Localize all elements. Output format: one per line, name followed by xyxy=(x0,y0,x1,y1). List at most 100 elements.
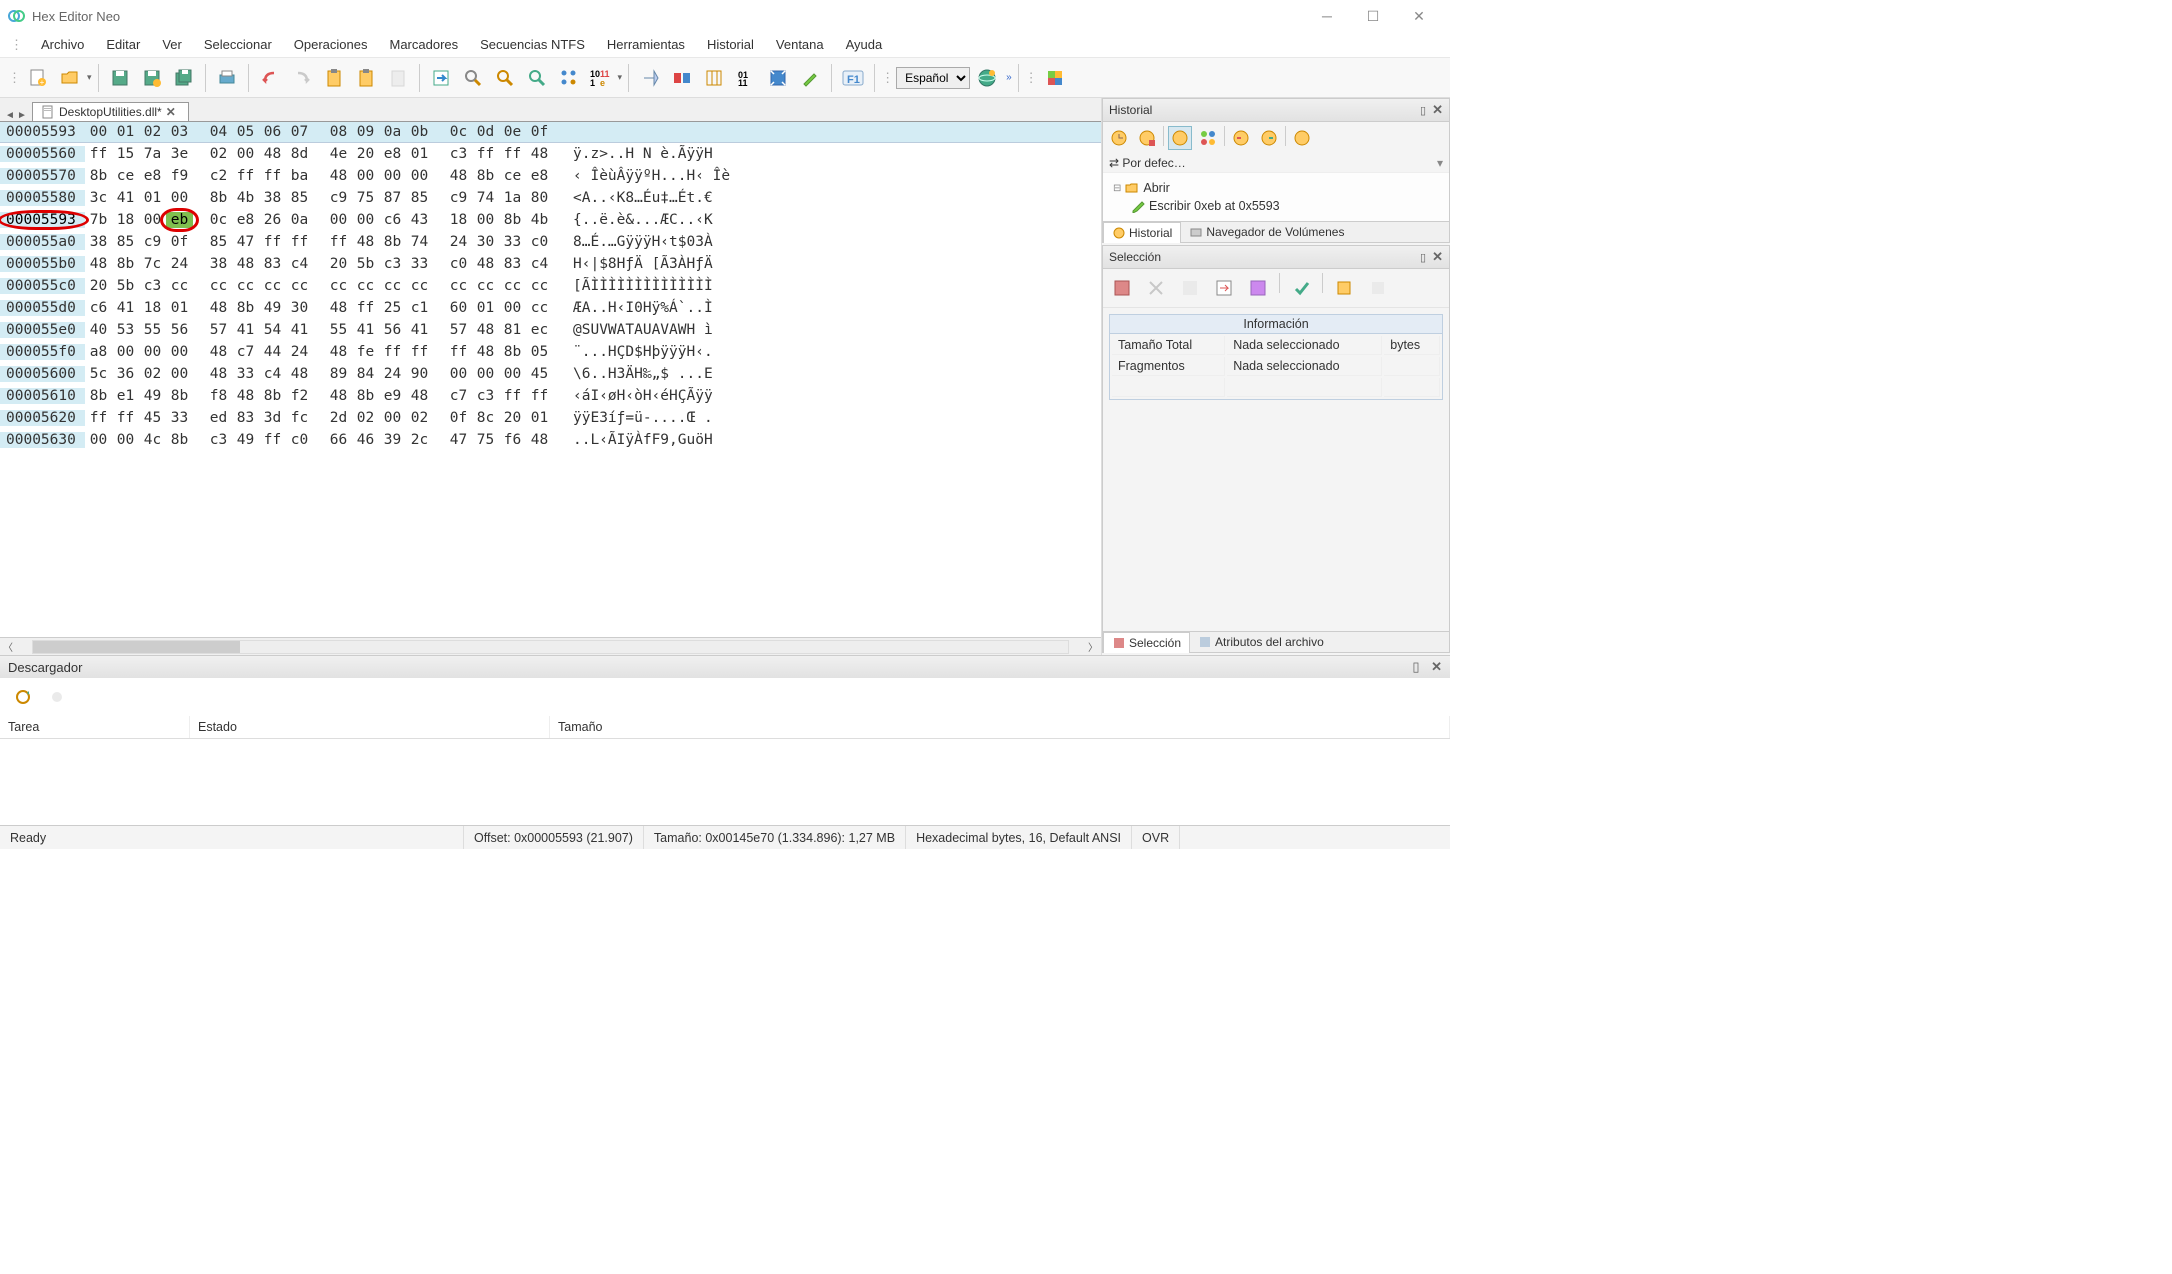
hex-byte[interactable]: 8b xyxy=(259,388,286,404)
hex-byte[interactable]: 24 xyxy=(379,366,406,382)
hex-byte[interactable]: cc xyxy=(259,278,286,294)
hex-byte[interactable]: 48 xyxy=(325,168,352,184)
hex-byte[interactable]: 57 xyxy=(445,322,472,338)
hex-byte[interactable]: 15 xyxy=(112,146,139,162)
hex-byte[interactable]: 00 xyxy=(352,212,379,228)
hex-byte[interactable]: 48 xyxy=(526,432,553,448)
hex-byte[interactable]: ff xyxy=(259,234,286,250)
hex-byte[interactable]: 41 xyxy=(352,322,379,338)
sel-icon-3[interactable] xyxy=(1175,273,1205,303)
hex-byte[interactable]: e8 xyxy=(379,146,406,162)
hex-byte[interactable]: 02 xyxy=(406,410,433,426)
hex-byte[interactable]: 02 xyxy=(139,366,166,382)
hex-byte[interactable]: e1 xyxy=(112,388,139,404)
hex-byte[interactable]: 2d xyxy=(325,410,352,426)
hex-byte[interactable]: a8 xyxy=(85,344,112,360)
encoding-button[interactable] xyxy=(667,63,697,93)
hex-byte[interactable]: 60 xyxy=(445,300,472,316)
hex-ascii[interactable]: H‹|$8HƒÄ [Ã3ÀHƒÄ xyxy=(573,256,713,272)
hex-ascii[interactable]: ÆA..H‹I0Hÿ%Á`..Ì xyxy=(573,300,713,316)
hex-byte[interactable]: ff xyxy=(526,388,553,404)
hex-byte[interactable]: 00 xyxy=(499,300,526,316)
open-file-button[interactable] xyxy=(55,63,85,93)
hex-ascii[interactable]: {..ë.è&...ÆC..‹K xyxy=(573,212,713,228)
hex-byte[interactable]: 38 xyxy=(205,256,232,272)
hex-byte[interactable]: 24 xyxy=(445,234,472,250)
hex-row[interactable]: 000055f0a800000048c7442448feffffff488b05… xyxy=(0,341,1101,363)
hex-byte[interactable]: ff xyxy=(406,344,433,360)
volumes-tab[interactable]: Navegador de Volúmenes xyxy=(1181,222,1352,242)
col-size[interactable]: Tamaño xyxy=(550,716,1450,738)
hex-byte[interactable]: ce xyxy=(499,168,526,184)
hex-byte[interactable]: fc xyxy=(286,410,313,426)
hex-byte[interactable]: 39 xyxy=(379,432,406,448)
hex-row[interactable]: 000055e0405355565741544155415641574881ec… xyxy=(0,319,1101,341)
hex-byte[interactable]: f6 xyxy=(499,432,526,448)
hex-byte[interactable]: 00 xyxy=(472,212,499,228)
sel-icon-5[interactable] xyxy=(1243,273,1273,303)
hex-byte[interactable]: 00 xyxy=(445,366,472,382)
hex-byte[interactable]: 8b xyxy=(112,256,139,272)
maximize-button[interactable]: ☐ xyxy=(1350,2,1396,30)
hex-byte[interactable]: cc xyxy=(406,278,433,294)
clipboard1-button[interactable] xyxy=(319,63,349,93)
sel-icon-8[interactable] xyxy=(1363,273,1393,303)
hex-byte[interactable]: ff xyxy=(259,168,286,184)
hist-icon-6[interactable] xyxy=(1257,126,1281,150)
hex-byte[interactable]: c1 xyxy=(406,300,433,316)
hex-byte[interactable]: ff xyxy=(259,432,286,448)
hex-byte[interactable]: c4 xyxy=(286,256,313,272)
hex-byte[interactable]: f8 xyxy=(205,388,232,404)
menu-editar[interactable]: Editar xyxy=(96,34,150,55)
hex-byte[interactable]: 56 xyxy=(379,322,406,338)
hex-byte[interactable]: 00 xyxy=(406,168,433,184)
hex-row[interactable]: 000055b0488b7c24384883c4205bc333c04883c4… xyxy=(0,253,1101,275)
hex-byte[interactable]: 49 xyxy=(139,388,166,404)
hex-byte[interactable]: cc xyxy=(166,278,193,294)
hex-byte[interactable]: 00 xyxy=(112,344,139,360)
hex-byte[interactable]: ed xyxy=(205,410,232,426)
hex-byte[interactable]: 20 xyxy=(352,146,379,162)
hex-byte[interactable]: 48 xyxy=(526,146,553,162)
pin-icon[interactable]: ▯ xyxy=(1412,659,1419,674)
hex-byte[interactable]: 48 xyxy=(205,300,232,316)
hex-byte[interactable]: 05 xyxy=(526,344,553,360)
hex-byte[interactable]: c0 xyxy=(526,234,553,250)
hex-byte[interactable]: c7 xyxy=(232,344,259,360)
hex-byte[interactable]: 00 xyxy=(379,410,406,426)
hex-byte[interactable]: 00 xyxy=(166,190,193,206)
hex-byte[interactable]: 8b xyxy=(166,388,193,404)
hex-byte[interactable]: 33 xyxy=(166,410,193,426)
hex-byte[interactable]: 45 xyxy=(139,410,166,426)
hex-byte[interactable]: ff xyxy=(379,344,406,360)
hex-byte[interactable]: 30 xyxy=(472,234,499,250)
hex-byte[interactable]: 85 xyxy=(406,190,433,206)
hex-byte[interactable]: 84 xyxy=(352,366,379,382)
hex-byte[interactable]: e9 xyxy=(379,388,406,404)
hex-byte[interactable]: 5b xyxy=(352,256,379,272)
hex-byte[interactable]: 0f xyxy=(166,234,193,250)
clipboard3-button[interactable] xyxy=(383,63,413,93)
hex-byte[interactable]: 01 xyxy=(139,190,166,206)
binary-button[interactable]: 10111e xyxy=(586,63,616,93)
hex-byte[interactable]: 8b xyxy=(499,212,526,228)
hex-ascii[interactable]: ¨...HÇD$HþÿÿÿH‹. xyxy=(573,344,713,360)
hex-byte[interactable]: 01 xyxy=(406,146,433,162)
hex-byte[interactable]: 47 xyxy=(232,234,259,250)
globe-button[interactable] xyxy=(972,63,1002,93)
language-select[interactable]: Español xyxy=(896,67,970,89)
hex-byte[interactable]: 8b xyxy=(85,388,112,404)
hex-byte[interactable]: 83 xyxy=(259,256,286,272)
hex-byte[interactable]: 36 xyxy=(112,366,139,382)
hex-byte[interactable]: 41 xyxy=(286,322,313,338)
columns-button[interactable] xyxy=(699,63,729,93)
hex-byte[interactable]: 20 xyxy=(85,278,112,294)
hex-row[interactable]: 00005560ff157a3e0200488d4e20e801c3ffff48… xyxy=(0,143,1101,165)
goto-button[interactable] xyxy=(426,63,456,93)
hex-row[interactable]: 00005620ffff4533ed833dfc2d0200020f8c2001… xyxy=(0,407,1101,429)
highlight-button[interactable] xyxy=(795,63,825,93)
hex-byte[interactable]: 0a xyxy=(286,212,313,228)
hex-byte[interactable]: 49 xyxy=(232,432,259,448)
hex-byte[interactable]: 46 xyxy=(352,432,379,448)
hex-byte[interactable]: c4 xyxy=(259,366,286,382)
